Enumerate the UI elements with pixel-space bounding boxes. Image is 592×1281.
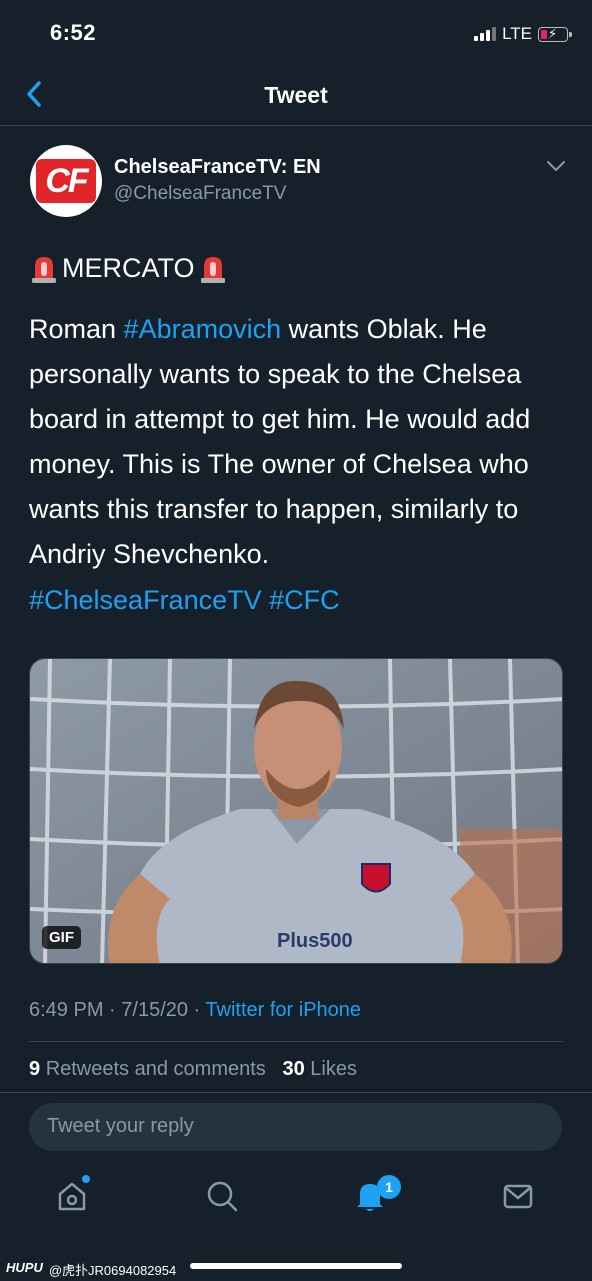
new-content-dot <box>82 1175 90 1183</box>
divider <box>0 1092 592 1093</box>
mail-icon[interactable] <box>498 1176 538 1216</box>
watermark: HUPU @虎扑JR0694082954 <box>6 1260 176 1279</box>
cf-logo: CF <box>36 159 96 203</box>
battery-icon: ⚡ <box>538 26 572 42</box>
top-nav-bar: Tweet <box>0 65 592 126</box>
divider <box>29 1041 563 1042</box>
home-indicator[interactable] <box>190 1263 402 1269</box>
likes-label: Likes <box>310 1058 357 1080</box>
meta-separator: · <box>188 999 206 1021</box>
retweets-label: Retweets and comments <box>45 1058 266 1080</box>
tweet-stats: 9 Retweets and comments 30 Likes <box>29 1058 357 1081</box>
notification-badge: 1 <box>377 1175 401 1199</box>
mercato-text: MERCATO <box>62 253 195 283</box>
hashtag-links[interactable]: #ChelseaFranceTV #CFC <box>29 585 340 616</box>
retweets-stat[interactable]: 9 Retweets and comments <box>29 1058 266 1080</box>
goalkeeper-image: Plus500 <box>30 659 562 963</box>
tweet-text-part: Roman <box>29 314 124 344</box>
status-indicators: LTE ⚡ <box>474 24 572 44</box>
siren-emoji-icon <box>32 256 56 283</box>
signal-icon <box>474 27 497 41</box>
siren-emoji-icon <box>200 256 225 283</box>
tweet-timestamp: 6:49 PM · 7/15/20 · Twitter for iPhone <box>29 999 361 1022</box>
watermark-text: @虎扑JR0694082954 <box>48 1263 177 1278</box>
hashtag-link[interactable]: #Abramovich <box>124 314 282 344</box>
status-time: 6:52 <box>50 20 97 45</box>
search-icon[interactable] <box>202 1176 242 1216</box>
tweet-text: Roman #Abramovich wants Oblak. He person… <box>29 307 569 577</box>
mercato-line: MERCATO <box>30 253 227 284</box>
tweet-time: 6:49 PM <box>29 999 104 1021</box>
meta-separator: · <box>103 999 122 1021</box>
watermark-brand: HUPU <box>6 1260 43 1275</box>
network-label: LTE <box>502 24 532 43</box>
author-handle[interactable]: @ChelseaFranceTV <box>114 183 286 205</box>
likes-stat[interactable]: 30 Likes <box>282 1058 357 1080</box>
sponsor-text: Plus500 <box>277 930 353 952</box>
author-name[interactable]: ChelseaFranceTV: EN <box>114 156 321 179</box>
reply-input[interactable]: Tweet your reply <box>29 1103 562 1151</box>
avatar[interactable]: CF <box>30 145 102 217</box>
tweet-media-gif[interactable]: Plus500 <box>29 658 563 964</box>
likes-count: 30 <box>282 1058 305 1080</box>
tweet-text-part: wants Oblak. He personally wants to spea… <box>29 314 531 569</box>
chevron-down-icon[interactable] <box>545 158 567 174</box>
gif-badge: GIF <box>42 926 81 949</box>
tweet-date: 7/15/20 <box>121 999 188 1021</box>
retweets-count: 9 <box>29 1058 41 1080</box>
tweet-source-link[interactable]: Twitter for iPhone <box>205 999 361 1021</box>
page-title: Tweet <box>264 82 328 108</box>
